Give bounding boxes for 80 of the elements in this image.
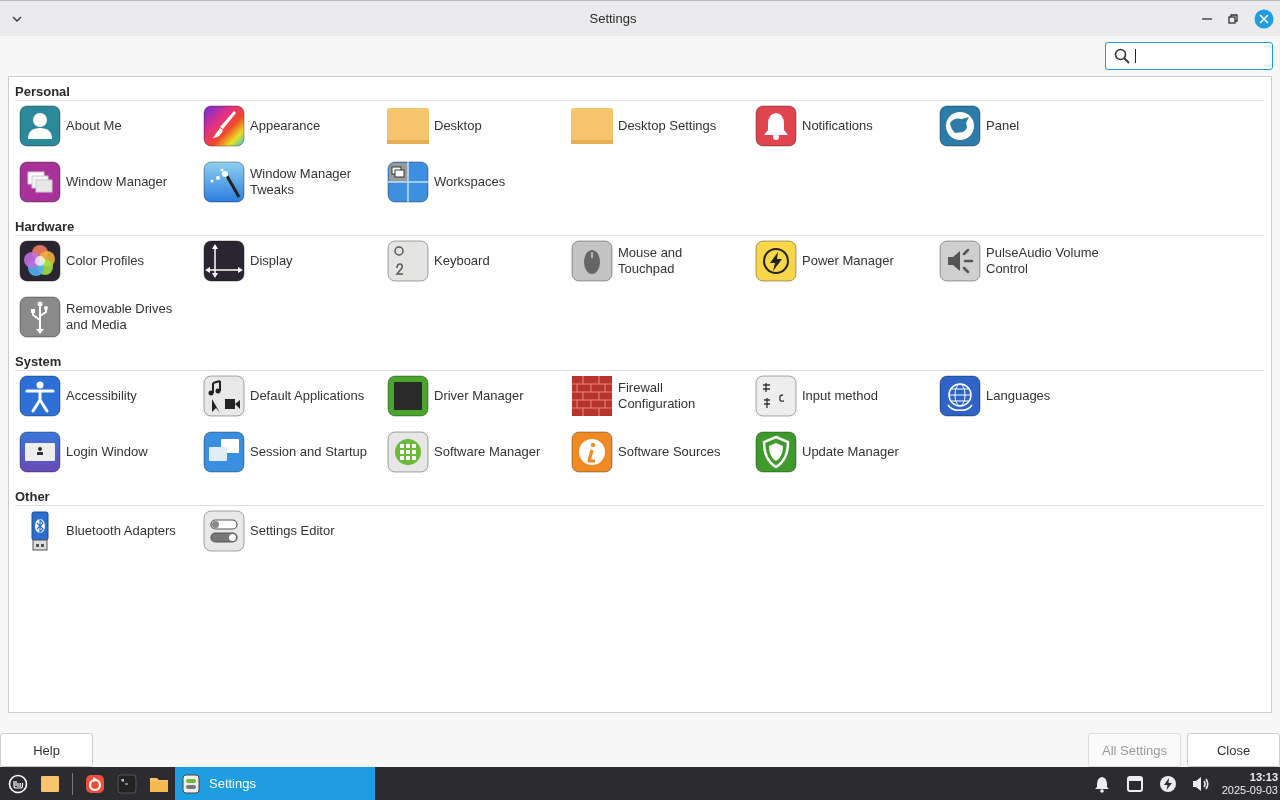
restore-icon xyxy=(1226,11,1240,26)
windows-icon xyxy=(203,431,245,473)
settings-item[interactable]: Display xyxy=(203,240,383,282)
chip-icon xyxy=(387,375,429,417)
settings-item[interactable]: Languages xyxy=(939,375,1119,417)
maximize-button[interactable] xyxy=(1226,11,1240,26)
settings-item[interactable]: Input method xyxy=(755,375,935,417)
lightning-icon xyxy=(1158,774,1177,793)
toggle-icon xyxy=(181,773,201,794)
settings-item[interactable]: Notifications xyxy=(755,105,935,147)
settings-item[interactable]: Software Manager xyxy=(387,431,567,473)
settings-item[interactable]: Session and Startup xyxy=(203,431,383,473)
section-heading: Hardware xyxy=(15,219,75,234)
close-icon xyxy=(1254,8,1274,29)
info-icon xyxy=(571,431,613,473)
speaker-icon xyxy=(939,240,981,282)
settings-item[interactable]: Desktop Settings xyxy=(571,105,751,147)
section-heading: Personal xyxy=(15,84,70,99)
accessibility-icon xyxy=(19,375,61,417)
settings-item[interactable]: Firewall Configuration xyxy=(571,375,751,417)
usb-icon xyxy=(19,296,61,338)
settings-item[interactable]: About Me xyxy=(19,105,199,147)
window-icon xyxy=(1125,774,1144,793)
color-wheel-icon xyxy=(19,240,61,282)
settings-item[interactable]: Driver Manager xyxy=(387,375,567,417)
workspaces-icon xyxy=(387,161,429,203)
key-icon xyxy=(755,375,797,417)
clock-time: 13:13 xyxy=(1249,770,1278,784)
settings-item[interactable]: Accessibility xyxy=(19,375,199,417)
settings-item[interactable]: Desktop xyxy=(387,105,567,147)
settings-item[interactable]: Default Applications xyxy=(203,375,383,417)
settings-item[interactable]: Bluetooth Adapters xyxy=(19,510,199,552)
key-icon xyxy=(387,240,429,282)
settings-item[interactable]: Window Manager Tweaks xyxy=(203,161,383,203)
folder-icon xyxy=(571,105,613,147)
windows-icon xyxy=(19,161,61,203)
settings-item[interactable]: Power Manager xyxy=(755,240,935,282)
paintbrush-icon xyxy=(203,105,245,147)
app-grid-icon xyxy=(387,431,429,473)
minimize-icon xyxy=(1202,17,1212,20)
lightning-icon xyxy=(755,240,797,282)
settings-item[interactable]: Software Sources xyxy=(571,431,751,473)
settings-item[interactable]: Window Manager xyxy=(19,161,199,203)
mouse-icon xyxy=(571,240,613,282)
folder-icon xyxy=(387,105,429,147)
settings-item[interactable]: Keyboard xyxy=(387,240,567,282)
search-field[interactable] xyxy=(1105,42,1273,70)
arrows-icon xyxy=(203,240,245,282)
window-title: Settings xyxy=(588,11,638,26)
settings-item[interactable]: Appearance xyxy=(203,105,383,147)
menu-icon xyxy=(8,773,28,794)
globe-icon xyxy=(939,375,981,417)
settings-item[interactable]: Removable Drives and Media xyxy=(19,296,199,338)
settings-item[interactable]: Update Manager xyxy=(755,431,935,473)
magic-wand-icon xyxy=(203,161,245,203)
login-icon xyxy=(19,431,61,473)
settings-item[interactable]: PulseAudio Volume Control xyxy=(939,240,1119,282)
brick-wall-icon xyxy=(571,375,613,417)
shield-icon xyxy=(755,431,797,473)
minimize-button[interactable] xyxy=(1202,17,1212,20)
close-button[interactable] xyxy=(1254,8,1274,29)
settings-item[interactable]: Login Window xyxy=(19,431,199,473)
section-heading: Other xyxy=(15,489,50,504)
search-icon xyxy=(1114,48,1130,64)
dialog-button[interactable]: Help xyxy=(0,733,93,767)
dialog-button[interactable]: Close xyxy=(1187,733,1280,767)
person-icon xyxy=(19,105,61,147)
toggle-icon xyxy=(203,510,245,552)
bell-icon xyxy=(755,105,797,147)
volume-icon xyxy=(1191,774,1210,793)
folder-icon xyxy=(40,773,60,794)
settings-item[interactable]: Color Profiles xyxy=(19,240,199,282)
settings-item[interactable]: Panel xyxy=(939,105,1119,147)
terminal-icon xyxy=(117,773,137,794)
settings-item[interactable]: Mouse and Touchpad xyxy=(571,240,751,282)
clock-date: 2025-09-03 xyxy=(1221,783,1278,797)
section-heading: System xyxy=(15,354,62,369)
settings-item[interactable]: Workspaces xyxy=(387,161,567,203)
settings-item[interactable]: Settings Editor xyxy=(203,510,383,552)
note-icon xyxy=(203,375,245,417)
